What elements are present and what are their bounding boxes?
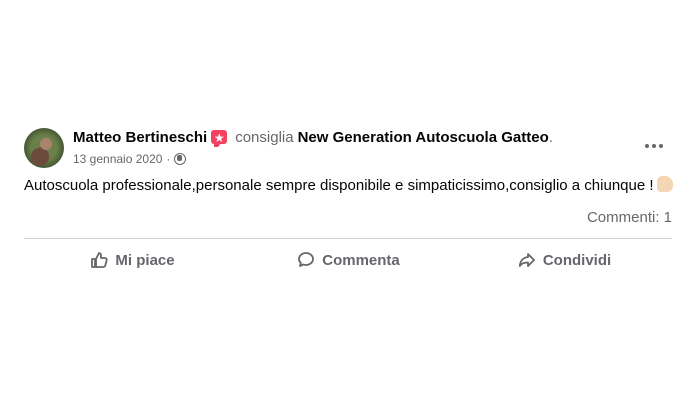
action-divider [24,238,672,239]
comment-button[interactable]: Commenta [240,243,456,277]
post-date[interactable]: 13 gennaio 2020 [73,152,162,166]
author-name[interactable]: Matteo Bertineschi [73,129,207,146]
more-dot [645,144,649,148]
post-meta: 13 gennaio 2020 · [73,151,187,167]
comment-label: Commenta [322,251,400,269]
post-body: Autoscuola professionale,personale sempr… [24,177,654,194]
recommendation-verb: consiglia [235,129,294,146]
share-icon [518,253,535,267]
like-button[interactable]: Mi piace [24,243,240,277]
meta-separator: · [166,152,171,166]
share-label: Condividi [542,251,612,269]
post-actions: Mi piace Commenta Condividi [24,243,672,277]
recommendation-star-icon: ★ [211,130,228,147]
author-avatar[interactable] [24,128,64,168]
comment-icon [298,252,315,267]
globe-icon[interactable] [174,153,187,165]
more-options-icon[interactable] [640,136,668,156]
post-header: Matteo Bertineschi ★ consiglia New Generati… [73,128,553,148]
facebook-post: Matteo Bertineschi ★ consiglia New Generati… [0,0,700,400]
like-label: Mi piace [115,251,175,269]
more-dot [652,144,656,148]
comments-count[interactable]: Commenti: 1 [587,208,672,228]
post-text: Autoscuola professionale,personale sempr… [24,176,674,196]
share-button[interactable]: Condividi [456,243,672,277]
flexed-biceps-emoji [656,176,673,192]
header-period: . [548,129,553,146]
more-dot [659,144,663,148]
thumbs-up-icon [91,252,109,268]
page-name-link[interactable]: New Generation Autoscuola Gatteo [298,129,549,146]
